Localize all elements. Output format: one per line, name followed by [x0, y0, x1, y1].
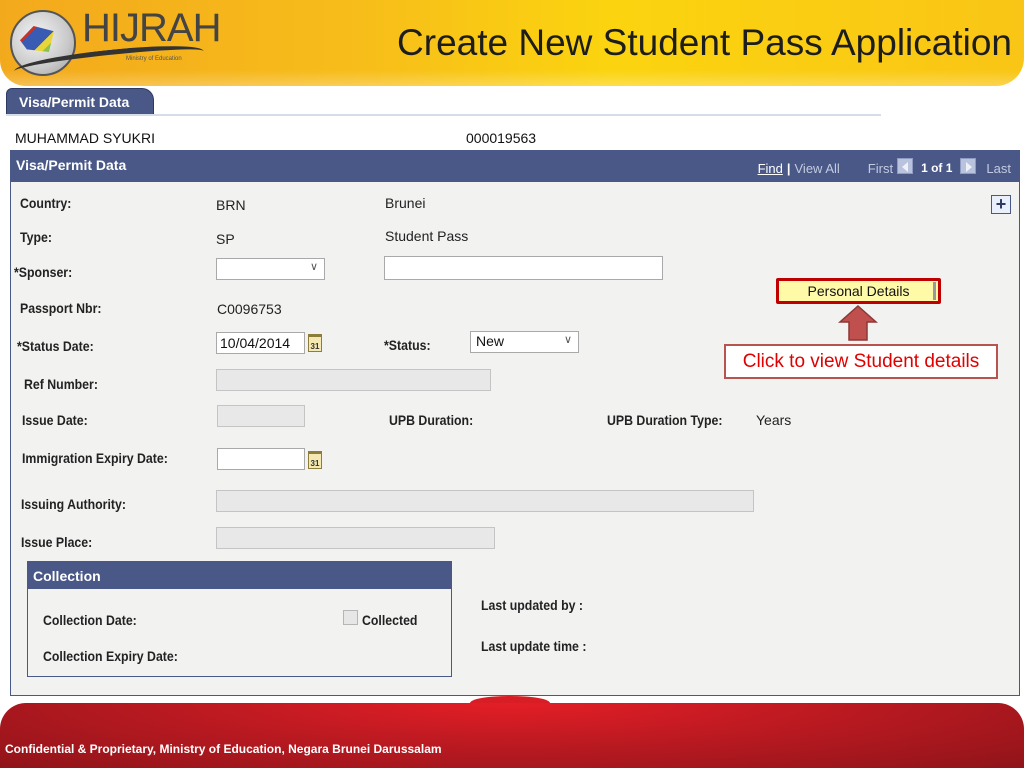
- country-code: BRN: [216, 197, 246, 213]
- tab-visa-permit-data[interactable]: Visa/Permit Data: [6, 88, 154, 115]
- collection-header: Collection: [28, 562, 451, 589]
- ref-number-input[interactable]: [216, 369, 491, 391]
- upb-duration-type-value: Years: [756, 412, 792, 428]
- student-id: 000019563: [466, 130, 537, 146]
- status-date-input[interactable]: 10/04/2014: [216, 332, 305, 354]
- hijrah-logo: HIJRAH Ministry of Education: [4, 4, 221, 82]
- ref-number-label: Ref Number:: [24, 376, 98, 392]
- status-label: *Status:: [384, 337, 431, 353]
- slide: HIJRAH Ministry of Education Create New …: [0, 0, 1024, 768]
- passport-label: Passport Nbr:: [20, 300, 102, 316]
- type-name: Student Pass: [385, 228, 469, 244]
- logo-subtitle: Ministry of Education: [126, 56, 182, 62]
- slide-title: Create New Student Pass Application: [397, 22, 1012, 63]
- status-select-value: New: [476, 333, 505, 349]
- type-label: Type:: [20, 229, 52, 245]
- collection-expiry-label: Collection Expiry Date:: [43, 648, 178, 664]
- tab-underline: [6, 114, 881, 116]
- sponser-select[interactable]: ∨: [216, 258, 325, 280]
- callout-annotation: Click to view Student details: [724, 344, 998, 379]
- up-arrow-icon: [838, 305, 878, 341]
- footer-text: Confidential & Proprietary, Ministry of …: [5, 742, 442, 756]
- record-navigation: Find | View All First 1 of 1 Last: [758, 158, 1011, 176]
- sponser-label: *Sponser:: [14, 264, 73, 280]
- logo-text: HIJRAH: [82, 6, 221, 50]
- issue-place-input[interactable]: [216, 527, 495, 549]
- status-date-label: *Status Date:: [17, 338, 94, 354]
- find-link[interactable]: Find: [758, 161, 783, 176]
- nav-separator: |: [786, 160, 791, 176]
- issue-date-label: Issue Date:: [22, 412, 88, 428]
- issue-date-input[interactable]: [217, 405, 305, 427]
- collected-label: Collected: [362, 612, 418, 628]
- last-updated-by-label: Last updated by :: [481, 597, 583, 613]
- type-code: SP: [216, 231, 235, 247]
- last-update-time-label: Last update time :: [481, 638, 587, 654]
- country-label: Country:: [20, 195, 72, 211]
- panel-header: Visa/Permit Data Find | View All First 1…: [11, 151, 1019, 182]
- last-link[interactable]: Last: [986, 161, 1011, 176]
- status-select[interactable]: New ∨: [470, 331, 579, 353]
- sponser-description-input[interactable]: [384, 256, 663, 280]
- calendar-icon[interactable]: 31: [308, 451, 322, 469]
- next-arrow-icon[interactable]: [960, 158, 977, 174]
- collected-checkbox[interactable]: [343, 610, 358, 625]
- issuing-authority-input[interactable]: [216, 490, 754, 512]
- record-count: 1 of 1: [921, 161, 953, 175]
- immigration-expiry-label: Immigration Expiry Date:: [22, 450, 168, 466]
- issue-place-label: Issue Place:: [21, 534, 93, 550]
- personal-details-button[interactable]: Personal Details: [776, 278, 941, 304]
- immigration-expiry-input[interactable]: [217, 448, 305, 470]
- issuing-authority-label: Issuing Authority:: [21, 496, 126, 512]
- upb-duration-type-label: UPB Duration Type:: [607, 412, 723, 428]
- student-name: MUHAMMAD SYUKRI: [15, 130, 156, 146]
- passport-value: C0096753: [217, 301, 282, 317]
- previous-arrow-icon[interactable]: [897, 158, 914, 174]
- chevron-down-icon: ∨: [563, 334, 572, 346]
- footer-band: [0, 703, 1024, 768]
- collection-date-label: Collection Date:: [43, 612, 137, 628]
- upb-duration-label: UPB Duration:: [389, 412, 474, 428]
- first-link[interactable]: First: [868, 161, 893, 176]
- calendar-icon[interactable]: 31: [308, 334, 322, 352]
- chevron-down-icon: ∨: [309, 261, 318, 273]
- view-all-link[interactable]: View All: [795, 161, 840, 176]
- header-banner: HIJRAH Ministry of Education Create New …: [0, 0, 1024, 86]
- panel-title: Visa/Permit Data: [16, 157, 127, 173]
- country-name: Brunei: [385, 195, 426, 211]
- add-row-button[interactable]: +: [991, 195, 1011, 214]
